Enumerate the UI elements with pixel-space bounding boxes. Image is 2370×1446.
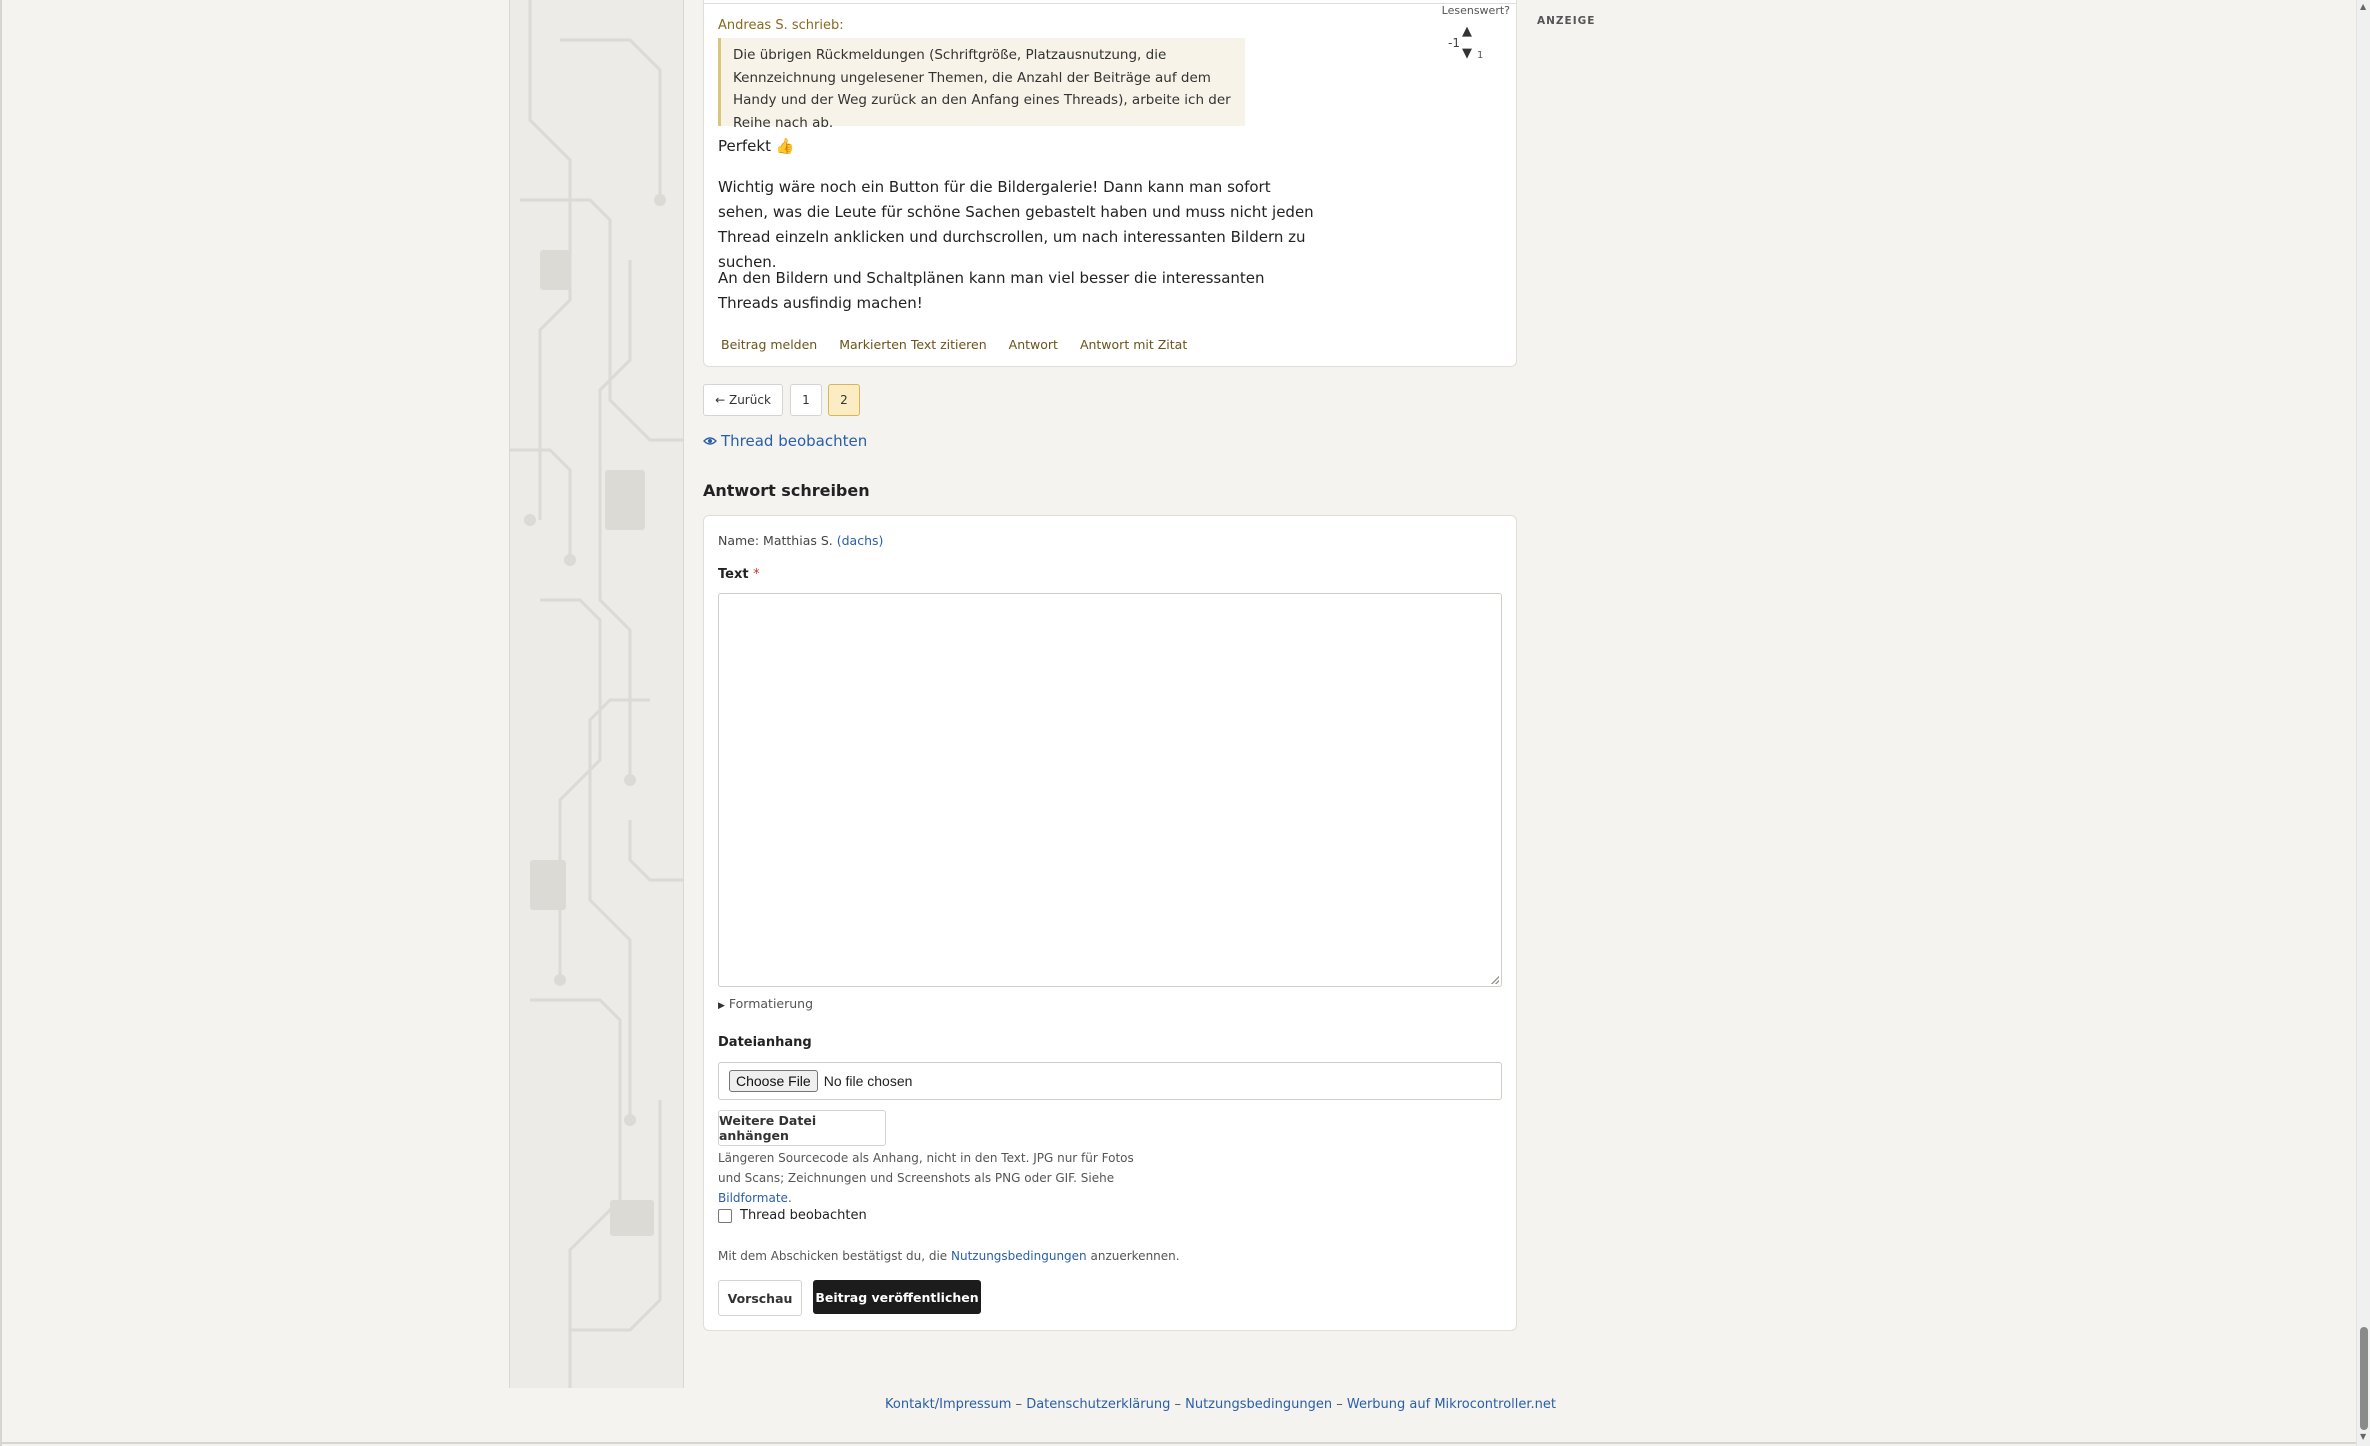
footer-link-terms[interactable]: Nutzungsbedingungen bbox=[1185, 1397, 1332, 1412]
footer-separator: – bbox=[1336, 1397, 1343, 1412]
scroll-up-arrow-icon[interactable]: ▲ bbox=[2360, 2, 2366, 11]
publish-button[interactable]: Beitrag veröffentlichen bbox=[813, 1280, 981, 1314]
author-name: Name: Matthias S. bbox=[718, 533, 833, 548]
terms-link[interactable]: Nutzungsbedingungen bbox=[951, 1249, 1087, 1263]
footer-link-imprint[interactable]: Kontakt/Impressum bbox=[885, 1397, 1011, 1412]
forum-post: Andreas S. schrieb: Die übrigen Rückmeld… bbox=[703, 0, 1517, 367]
pagination-back-button[interactable]: ← Zurück bbox=[703, 384, 783, 416]
formatting-toggle[interactable]: ▶ Formatierung bbox=[718, 996, 813, 1011]
watch-thread-checkbox-row[interactable]: Thread beobachten bbox=[718, 1208, 867, 1223]
caret-right-icon: ▶ bbox=[718, 1001, 725, 1011]
watch-thread-checkbox-label: Thread beobachten bbox=[740, 1208, 867, 1223]
downvote-count: 1 bbox=[1477, 50, 1484, 61]
image-formats-link[interactable]: Bildformate bbox=[718, 1191, 788, 1205]
hint-text: Längeren Sourcecode als Anhang, nicht in… bbox=[718, 1151, 1134, 1185]
pagination-page-1[interactable]: 1 bbox=[790, 384, 822, 416]
attachment-hint: Längeren Sourcecode als Anhang, nicht in… bbox=[718, 1148, 1138, 1208]
choose-file-button[interactable]: Choose File bbox=[729, 1070, 818, 1092]
text-label: Text bbox=[718, 567, 749, 582]
circuit-pattern-graphic bbox=[510, 0, 683, 1388]
required-marker: * bbox=[753, 567, 760, 582]
add-another-file-button[interactable]: Weitere Datei anhängen bbox=[718, 1110, 886, 1146]
watch-thread-label: Thread beobachten bbox=[721, 432, 868, 450]
post-paragraph: An den Bildern und Schaltplänen kann man… bbox=[718, 269, 1265, 312]
pagination-page-2-current[interactable]: 2 bbox=[828, 384, 860, 416]
footer-separator: – bbox=[1174, 1397, 1181, 1412]
post-paragraph: Wichtig wäre noch ein Button für die Bil… bbox=[718, 178, 1314, 271]
reply-with-quote-link[interactable]: Antwort mit Zitat bbox=[1080, 337, 1187, 352]
reply-link[interactable]: Antwort bbox=[1009, 337, 1058, 352]
footer-separator: – bbox=[1015, 1397, 1023, 1412]
reply-section-title: Antwort schreiben bbox=[703, 481, 870, 500]
terms-suffix: anzuerkennen. bbox=[1090, 1249, 1180, 1263]
file-input[interactable]: Choose File No file chosen bbox=[718, 1062, 1502, 1100]
quote-marked-text-link[interactable]: Markierten Text zitieren bbox=[839, 337, 986, 352]
text-field-label: Text * bbox=[718, 567, 760, 582]
reply-textarea[interactable] bbox=[718, 593, 1502, 987]
terms-notice: Mit dem Abschicken bestätigst du, die Nu… bbox=[718, 1249, 1180, 1263]
attachment-label: Dateianhang bbox=[718, 1035, 812, 1050]
scrollbar-thumb[interactable] bbox=[2360, 1327, 2368, 1430]
hint-end: . bbox=[787, 1191, 792, 1205]
upvote-icon[interactable]: ▲ bbox=[1462, 24, 1472, 39]
post-paragraph: Perfekt 👍 bbox=[718, 137, 795, 155]
watch-thread-checkbox[interactable] bbox=[718, 1208, 732, 1223]
quote-block: Die übrigen Rückmeldungen (Schriftgröße,… bbox=[718, 38, 1245, 131]
report-post-link[interactable]: Beitrag melden bbox=[721, 337, 817, 352]
downvote-icon[interactable]: ▼ bbox=[1462, 46, 1472, 61]
footer-link-advertising[interactable]: Werbung auf Mikrocontroller.net bbox=[1347, 1397, 1556, 1412]
post-top-divider bbox=[704, 3, 1516, 4]
eye-icon bbox=[703, 437, 717, 445]
left-border bbox=[0, 0, 2, 1446]
no-file-text: No file chosen bbox=[823, 1073, 913, 1089]
decorative-circuit-column bbox=[509, 0, 684, 1388]
preview-button[interactable]: Vorschau bbox=[718, 1280, 802, 1316]
terms-prefix: Mit dem Abschicken bestätigst du, die bbox=[718, 1249, 948, 1263]
author-username-link[interactable]: (dachs) bbox=[837, 533, 884, 548]
scroll-down-arrow-icon[interactable]: ▼ bbox=[2360, 1432, 2366, 1441]
watch-thread-link[interactable]: Thread beobachten bbox=[703, 432, 867, 450]
vote-label: Lesenswert? bbox=[1441, 4, 1510, 17]
post-actions: Beitrag melden Markierten Text zitieren … bbox=[721, 337, 1205, 352]
quote-author: Andreas S. schrieb: bbox=[718, 18, 844, 33]
reply-form: Name: Matthias S. (dachs) Text * ▶ Forma… bbox=[703, 515, 1517, 1331]
vertical-scrollbar[interactable]: ▲ ▼ bbox=[2356, 0, 2370, 1446]
footer-link-privacy[interactable]: Datenschutzerklärung bbox=[1026, 1397, 1170, 1412]
sidebar-ad-label: ANZEIGE bbox=[1537, 15, 1596, 27]
resize-handle-icon[interactable] bbox=[1491, 976, 1499, 984]
footer-links: Kontakt/Impressum – Datenschutzerklärung… bbox=[885, 1397, 1556, 1412]
author-name-line: Name: Matthias S. (dachs) bbox=[718, 533, 883, 548]
formatting-label: Formatierung bbox=[728, 996, 814, 1011]
vote-score: -1 bbox=[1448, 36, 1460, 50]
bottom-border bbox=[0, 1442, 2356, 1444]
